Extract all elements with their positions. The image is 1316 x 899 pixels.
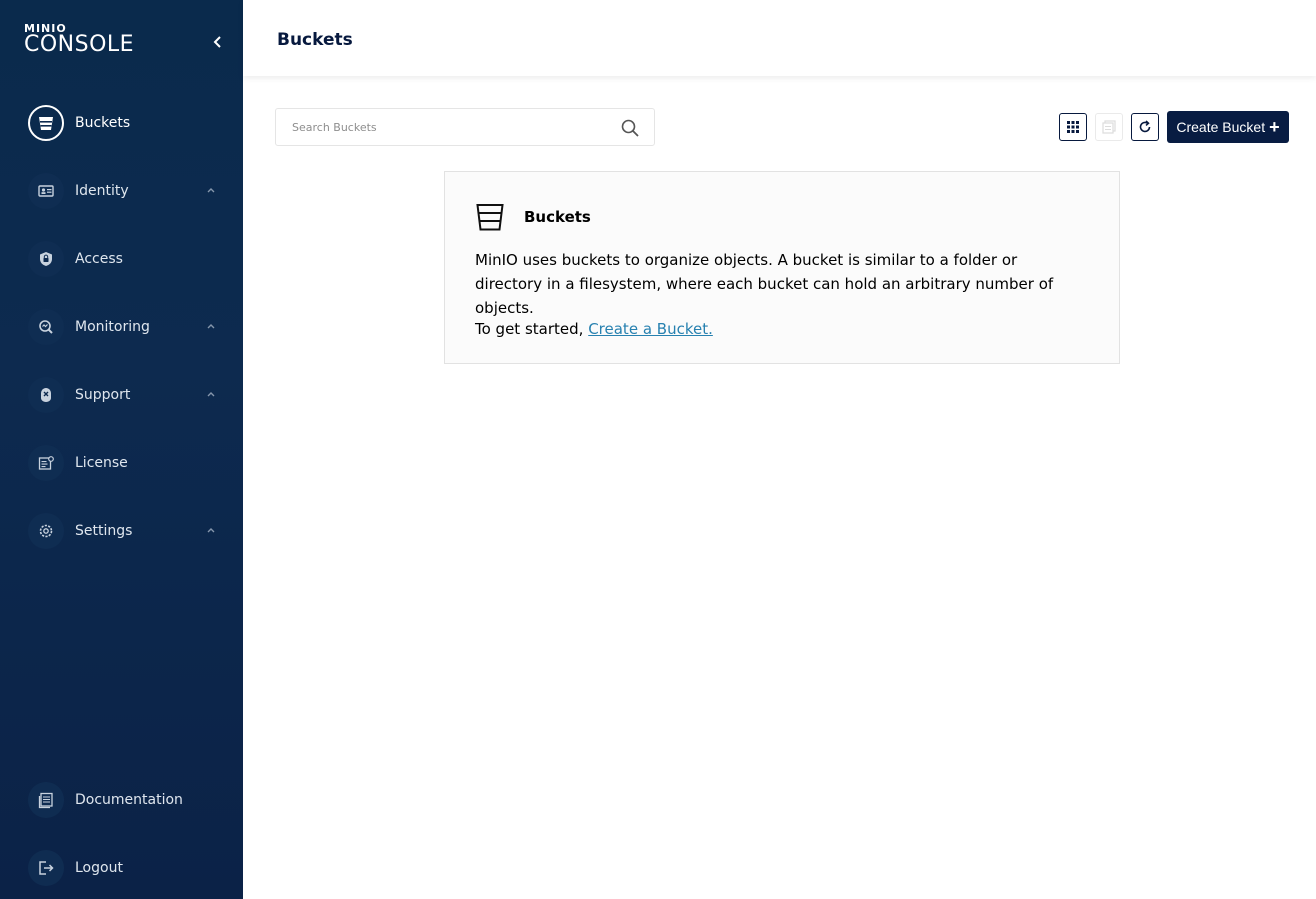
create-bucket-button[interactable]: Create Bucket + [1167, 111, 1289, 143]
page-header: Buckets [243, 0, 1316, 76]
grid-view-button[interactable] [1059, 113, 1087, 141]
card-description: MinIO uses buckets to organize objects. … [475, 251, 1054, 317]
chevron-up-icon[interactable] [204, 319, 218, 333]
empty-state-card: Buckets MinIO uses buckets to organize o… [444, 171, 1120, 364]
page-title: Buckets [277, 30, 353, 50]
id-card-icon [28, 173, 64, 209]
search-box [275, 108, 655, 146]
sidebar-item-access[interactable]: Access [28, 240, 228, 278]
search-icon [621, 119, 639, 137]
cta-prefix: To get started, [475, 320, 584, 338]
card-header: Buckets [475, 202, 591, 232]
sidebar-item-label: Access [75, 251, 123, 267]
sidebar-item-buckets[interactable]: Buckets [28, 104, 228, 142]
lock-shield-icon [28, 241, 64, 277]
sidebar-item-settings[interactable]: Settings [28, 512, 228, 550]
refresh-button[interactable] [1131, 113, 1159, 141]
license-icon [28, 445, 64, 481]
grid-icon [1067, 121, 1079, 133]
sidebar-item-label: Buckets [75, 115, 131, 131]
sidebar-item-license[interactable]: License [28, 444, 228, 482]
sidebar-item-identity[interactable]: Identity [28, 172, 228, 210]
multi-select-button[interactable] [1095, 113, 1123, 141]
chevron-up-icon[interactable] [204, 387, 218, 401]
sidebar-item-label: License [75, 455, 128, 471]
sidebar: MINIO CONSOLE Buckets Identity Access Mo… [0, 0, 243, 899]
sidebar-item-label: Monitoring [75, 319, 150, 335]
bucket-icon [476, 204, 504, 231]
list-icon [1102, 120, 1116, 134]
sidebar-item-logout[interactable]: Logout [28, 849, 228, 887]
gear-icon [28, 513, 64, 549]
plus-icon: + [1269, 117, 1280, 137]
sidebar-item-documentation[interactable]: Documentation [28, 781, 228, 819]
sidebar-item-support[interactable]: Support [28, 376, 228, 414]
collapse-sidebar-button[interactable] [208, 32, 228, 52]
documentation-icon [28, 782, 64, 818]
monitoring-magnifier-icon [28, 309, 64, 345]
sidebar-item-label: Identity [75, 183, 129, 199]
chevron-up-icon[interactable] [204, 183, 218, 197]
create-bucket-link[interactable]: Create a Bucket. [588, 320, 713, 338]
logo-product: CONSOLE [24, 32, 135, 57]
card-title: Buckets [524, 208, 591, 226]
minio-console-logo[interactable]: MINIO CONSOLE [24, 23, 135, 57]
search-input[interactable] [276, 109, 606, 145]
support-icon [28, 377, 64, 413]
sidebar-item-label: Settings [75, 523, 133, 539]
sidebar-item-monitoring[interactable]: Monitoring [28, 308, 228, 346]
card-cta: To get started, Create a Bucket. [475, 320, 713, 338]
chevron-left-icon [213, 36, 221, 48]
bucket-icon [28, 105, 64, 141]
logout-icon [28, 850, 64, 886]
refresh-icon [1139, 120, 1151, 133]
chevron-up-icon[interactable] [204, 523, 218, 537]
sidebar-item-label: Support [75, 387, 131, 403]
sidebar-item-label: Logout [75, 860, 123, 876]
sidebar-item-label: Documentation [75, 792, 183, 808]
create-bucket-label: Create Bucket [1176, 119, 1266, 135]
